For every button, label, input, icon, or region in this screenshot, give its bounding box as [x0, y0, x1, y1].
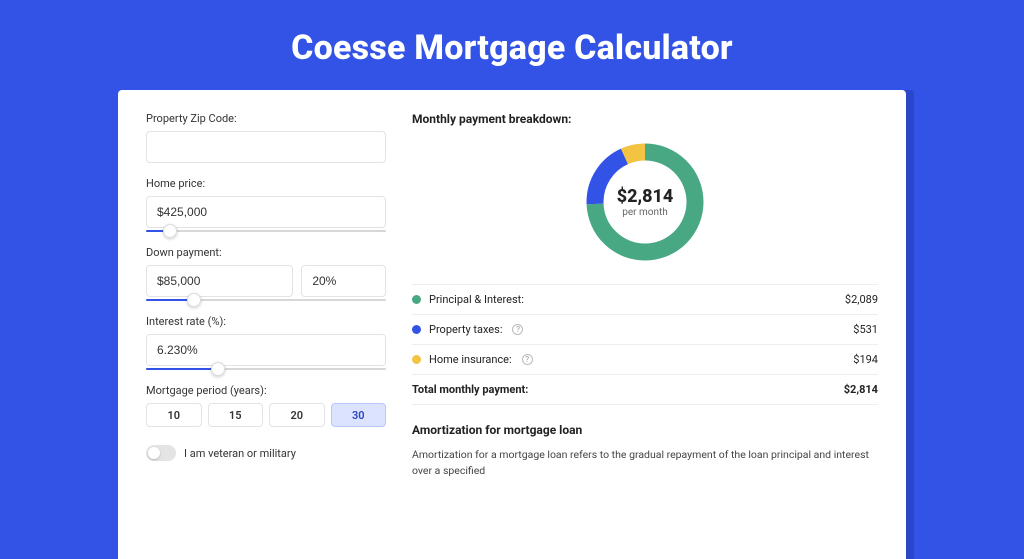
amortization-section: Amortization for mortgage loan Amortizat…: [412, 423, 878, 479]
donut-chart-wrap: $2,814 per month: [412, 138, 878, 266]
legend-total-row: Total monthly payment: $2,814: [412, 375, 878, 405]
donut-center-sub: per month: [622, 207, 668, 218]
interest-rate-input[interactable]: [146, 334, 386, 366]
slider-thumb[interactable]: [211, 362, 225, 376]
legend-dot: [412, 325, 421, 334]
period-option-10[interactable]: 10: [146, 403, 202, 427]
form-column: Property Zip Code: Home price: Down paym…: [146, 112, 386, 479]
interest-rate-label: Interest rate (%):: [146, 315, 386, 328]
donut-center-value: $2,814: [617, 186, 674, 207]
info-icon[interactable]: ?: [522, 354, 533, 365]
info-icon[interactable]: ?: [512, 324, 523, 335]
breakdown-column: Monthly payment breakdown: $2,814 per mo…: [412, 112, 878, 479]
toggle-knob: [148, 447, 160, 459]
total-value: $2,814: [844, 383, 878, 396]
down-payment-pct-input[interactable]: [301, 265, 386, 297]
legend-value: $2,089: [845, 293, 878, 306]
breakdown-title: Monthly payment breakdown:: [412, 112, 878, 126]
zip-label: Property Zip Code:: [146, 112, 386, 125]
legend-label: Property taxes:: [429, 323, 502, 336]
legend-label: Home insurance:: [429, 353, 512, 366]
period-field: Mortgage period (years): 10152030: [146, 384, 386, 427]
slider-thumb[interactable]: [187, 293, 201, 307]
home-price-label: Home price:: [146, 177, 386, 190]
period-label: Mortgage period (years):: [146, 384, 386, 397]
veteran-row: I am veteran or military: [146, 445, 386, 461]
legend: Principal & Interest: $2,089 Property taxe…: [412, 284, 878, 405]
amortization-text: Amortization for a mortgage loan refers …: [412, 447, 878, 479]
down-payment-amount-input[interactable]: [146, 265, 293, 297]
down-payment-field: Down payment:: [146, 246, 386, 301]
veteran-toggle[interactable]: [146, 445, 176, 461]
legend-dot: [412, 355, 421, 364]
veteran-label: I am veteran or military: [184, 447, 296, 460]
legend-label: Principal & Interest:: [429, 293, 524, 306]
home-price-field: Home price:: [146, 177, 386, 232]
legend-row: Property taxes:? $531: [412, 315, 878, 345]
period-option-30[interactable]: 30: [331, 403, 387, 427]
legend-value: $531: [853, 323, 878, 336]
total-label: Total monthly payment:: [412, 383, 528, 396]
interest-rate-slider[interactable]: [146, 368, 386, 370]
page-title: Coesse Mortgage Calculator: [0, 28, 1024, 68]
zip-field: Property Zip Code:: [146, 112, 386, 163]
down-payment-label: Down payment:: [146, 246, 386, 259]
zip-input[interactable]: [146, 131, 386, 163]
home-price-slider[interactable]: [146, 230, 386, 232]
home-price-input[interactable]: [146, 196, 386, 228]
down-payment-slider[interactable]: [146, 299, 386, 301]
slider-thumb[interactable]: [163, 224, 177, 238]
interest-rate-field: Interest rate (%):: [146, 315, 386, 370]
donut-chart: $2,814 per month: [581, 138, 709, 266]
legend-row: Home insurance:? $194: [412, 345, 878, 375]
amortization-title: Amortization for mortgage loan: [412, 423, 878, 437]
legend-row: Principal & Interest: $2,089: [412, 285, 878, 315]
calculator-panel: Property Zip Code: Home price: Down paym…: [118, 90, 906, 559]
legend-value: $194: [853, 353, 878, 366]
period-option-20[interactable]: 20: [269, 403, 325, 427]
legend-dot: [412, 295, 421, 304]
period-option-15[interactable]: 15: [208, 403, 264, 427]
